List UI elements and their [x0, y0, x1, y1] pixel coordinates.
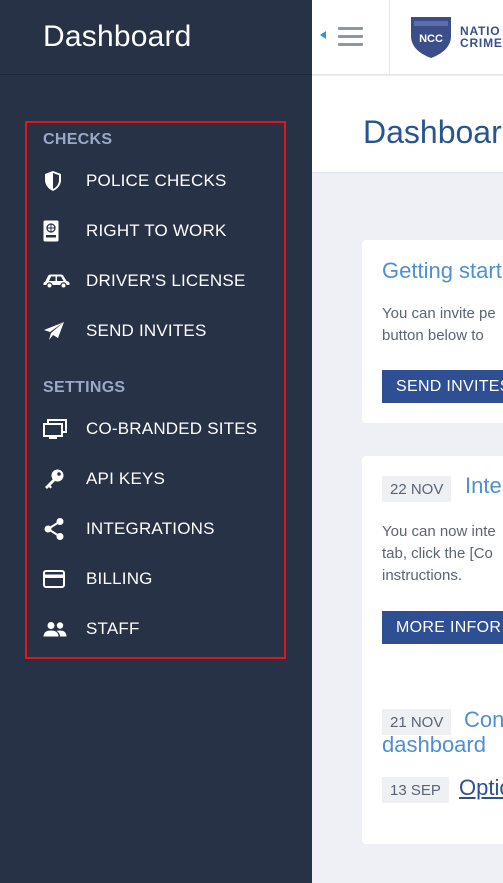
news-item-text-2: tab, click the [Co	[382, 545, 493, 562]
sidebar-item-label: API KEYS	[86, 469, 166, 488]
more-information-button[interactable]: MORE INFOR	[382, 611, 503, 644]
sidebar-header: Dashboard	[0, 0, 312, 75]
sidebar-item-label: SEND INVITES	[86, 321, 207, 340]
sidebar-item-label: BILLING	[86, 569, 153, 588]
sidebar-item-label: RIGHT TO WORK	[86, 221, 227, 240]
page-title: Dashboar	[363, 114, 502, 150]
logo[interactable]: NCC NATIO CRIME	[408, 14, 503, 60]
news-date-badge: 13 SEP	[382, 777, 449, 803]
news-item-text-3: instructions.	[382, 567, 463, 584]
sidebar-item-co-branded-sites[interactable]: CO-BRANDED SITES	[43, 414, 257, 444]
menu-toggle-button[interactable]	[312, 0, 390, 75]
sidebar-item-send-invites[interactable]: SEND INVITES	[43, 316, 206, 346]
sidebar-item-right-to-work[interactable]: RIGHT TO WORK	[43, 216, 227, 246]
key-icon	[43, 467, 73, 491]
sidebar: Dashboard CHECKS POLICE CHECKS RIGHT TO …	[0, 0, 312, 883]
logo-abbr: NCC	[419, 33, 443, 45]
hamburger-icon	[338, 27, 363, 51]
sidebar-item-staff[interactable]: STAFF	[43, 614, 140, 644]
ncc-shield-logo-icon: NCC	[411, 17, 451, 58]
news-item-text-1: You can now inte	[382, 523, 496, 540]
getting-started-text-2: button below to	[382, 327, 484, 344]
getting-started-text-1: You can invite pe	[382, 305, 496, 322]
sidebar-item-police-checks[interactable]: POLICE CHECKS	[43, 166, 227, 196]
sidebar-item-label: STAFF	[86, 619, 140, 638]
news-date-badge: 22 NOV	[382, 476, 452, 502]
send-invites-button[interactable]: SEND INVITES	[382, 370, 503, 403]
sidebar-item-api-keys[interactable]: API KEYS	[43, 464, 165, 494]
collapse-arrow-icon	[320, 31, 326, 39]
news-item-title[interactable]: Con	[464, 707, 503, 733]
shield-icon	[43, 169, 73, 193]
news-card: 22 NOV Inte You can now inte tab, click …	[362, 456, 503, 844]
section-checks-label: CHECKS	[43, 131, 113, 148]
getting-started-title: Getting start	[382, 258, 502, 283]
sidebar-item-label: INTEGRATIONS	[86, 519, 215, 538]
section-settings-label: SETTINGS	[43, 379, 126, 396]
car-icon	[43, 269, 73, 293]
sidebar-item-label: DRIVER'S LICENSE	[86, 271, 246, 290]
paper-plane-icon	[43, 319, 73, 343]
news-item-title[interactable]: Inte	[465, 473, 502, 499]
people-icon	[43, 617, 73, 641]
sidebar-item-drivers-license[interactable]: DRIVER'S LICENSE	[43, 266, 246, 296]
logo-line-2: CRIME	[460, 36, 503, 50]
sidebar-item-integrations[interactable]: INTEGRATIONS	[43, 514, 215, 544]
passport-icon	[43, 219, 73, 243]
sidebar-item-label: CO-BRANDED SITES	[86, 419, 258, 438]
sidebar-item-billing[interactable]: BILLING	[43, 564, 153, 594]
monitors-icon	[43, 417, 73, 441]
top-bar: NCC NATIO CRIME	[312, 0, 503, 75]
news-item-link[interactable]: Optio	[459, 775, 503, 801]
sidebar-title[interactable]: Dashboard	[43, 20, 192, 54]
sidebar-item-label: POLICE CHECKS	[86, 171, 227, 190]
logo-text: NATIO CRIME	[460, 25, 503, 49]
page-title-bar: Dashboar	[312, 76, 503, 173]
news-item-title-continued[interactable]: dashboard	[382, 732, 486, 758]
share-icon	[43, 517, 73, 541]
credit-card-icon	[43, 567, 73, 591]
getting-started-card: Getting start You can invite pe button b…	[362, 240, 503, 423]
